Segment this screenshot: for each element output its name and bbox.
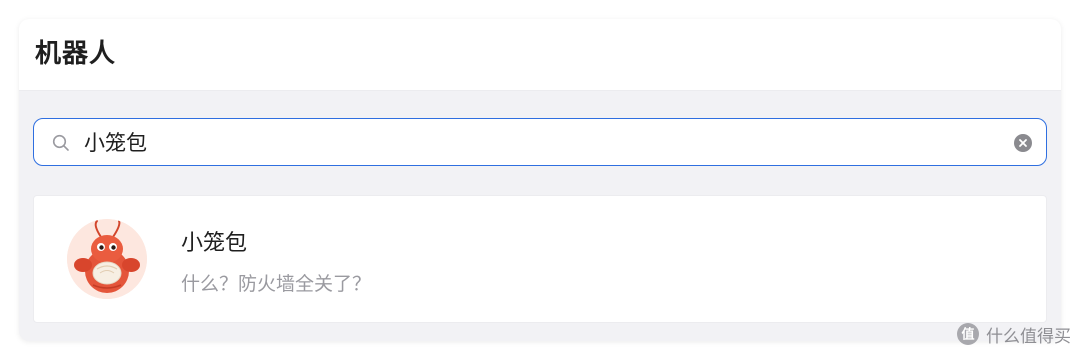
result-description: 什么？防火墙全关了？ [181, 273, 372, 295]
clear-search-button[interactable] [1014, 134, 1032, 152]
svg-text:值: 值 [961, 327, 974, 343]
smzdm-logo-icon: 值 [957, 323, 979, 345]
list-item[interactable]: 小笼包 什么？防火墙全关了？ [33, 195, 1047, 323]
lobster-avatar [67, 219, 147, 299]
avatar [67, 219, 147, 299]
page: 机器人 小笼包 小笼包 什么？防火墙全关了？ 值 什么值得买 [0, 0, 1080, 360]
panel-header: 机器人 [19, 19, 1061, 91]
clear-icon [1019, 139, 1027, 147]
watermark-text: 什么值得买 [986, 326, 1071, 347]
search-icon [52, 134, 69, 151]
result-name: 小笼包 [181, 231, 248, 256]
search-input[interactable] [84, 128, 984, 156]
page-title: 机器人 [35, 39, 117, 69]
robot-panel: 机器人 小笼包 小笼包 什么？防火墙全关了？ [19, 19, 1061, 341]
watermark: 值 什么值得买 [956, 320, 1071, 348]
search-box[interactable] [33, 118, 1047, 166]
